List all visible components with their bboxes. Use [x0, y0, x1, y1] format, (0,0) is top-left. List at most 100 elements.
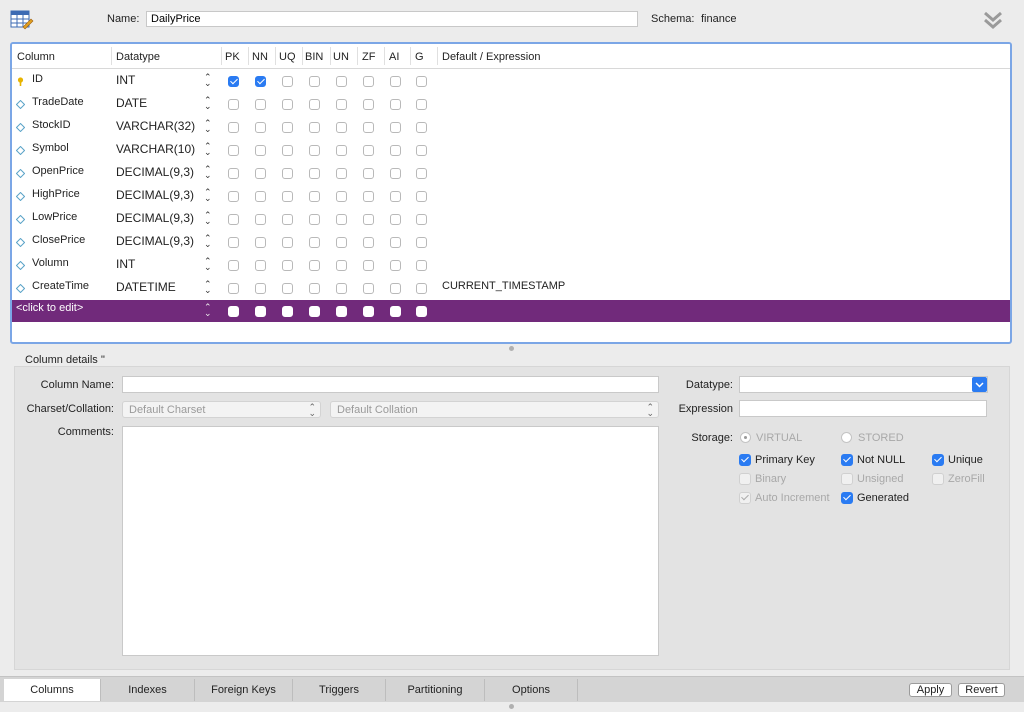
datatype-cell[interactable]: DECIMAL(9,3)	[116, 234, 194, 248]
g-checkbox[interactable]	[416, 283, 427, 294]
table-name-input[interactable]	[146, 11, 638, 27]
datatype-cell[interactable]: DECIMAL(9,3)	[116, 188, 194, 202]
g-checkbox[interactable]	[416, 168, 427, 179]
header-ai[interactable]: AI	[389, 51, 399, 63]
zf-checkbox[interactable]	[363, 122, 374, 133]
header-bin[interactable]: BIN	[305, 51, 323, 63]
column-name-input[interactable]	[122, 376, 659, 393]
pk-checkbox[interactable]	[228, 306, 239, 317]
table-row[interactable]: StockID VARCHAR(32) ⌃ ⌄	[12, 115, 1010, 138]
zerofill-checkbox[interactable]	[932, 473, 944, 485]
uq-checkbox[interactable]	[282, 214, 293, 225]
g-checkbox[interactable]	[416, 122, 427, 133]
table-row[interactable]: LowPrice DECIMAL(9,3) ⌃ ⌄	[12, 207, 1010, 230]
column-name-cell[interactable]: ClosePrice	[32, 234, 85, 246]
header-zf[interactable]: ZF	[362, 51, 375, 63]
zf-checkbox[interactable]	[363, 168, 374, 179]
apply-button[interactable]: Apply	[909, 683, 952, 697]
uq-checkbox[interactable]	[282, 76, 293, 87]
nn-checkbox[interactable]	[255, 99, 266, 110]
column-name-cell[interactable]: ID	[32, 73, 43, 85]
uq-checkbox[interactable]	[282, 99, 293, 110]
pk-checkbox[interactable]	[228, 260, 239, 271]
columns-grid[interactable]: Column Datatype PK NN UQ BIN UN ZF AI G …	[10, 42, 1012, 344]
bin-checkbox[interactable]	[309, 76, 320, 87]
un-checkbox[interactable]	[336, 283, 347, 294]
datatype-stepper-icon[interactable]: ⌃ ⌄	[204, 257, 212, 272]
header-default-expression[interactable]: Default / Expression	[442, 51, 540, 63]
ai-checkbox[interactable]	[390, 99, 401, 110]
g-checkbox[interactable]	[416, 99, 427, 110]
nn-checkbox[interactable]	[255, 122, 266, 133]
nn-checkbox[interactable]	[255, 237, 266, 248]
table-row[interactable]: ID INT ⌃ ⌄	[12, 69, 1010, 92]
collapse-chevron-icon[interactable]	[982, 9, 1004, 31]
zf-checkbox[interactable]	[363, 237, 374, 248]
un-checkbox[interactable]	[336, 237, 347, 248]
g-checkbox[interactable]	[416, 145, 427, 156]
nn-checkbox[interactable]	[255, 168, 266, 179]
bin-checkbox[interactable]	[309, 214, 320, 225]
datatype-cell[interactable]: VARCHAR(32)	[116, 119, 195, 133]
nn-checkbox[interactable]	[255, 76, 266, 87]
un-checkbox[interactable]	[336, 168, 347, 179]
datatype-cell[interactable]: INT	[116, 257, 135, 271]
ai-checkbox[interactable]	[390, 191, 401, 202]
table-row[interactable]: Symbol VARCHAR(10) ⌃ ⌄	[12, 138, 1010, 161]
expression-input[interactable]	[739, 400, 987, 417]
zf-checkbox[interactable]	[363, 214, 374, 225]
un-checkbox[interactable]	[336, 122, 347, 133]
un-checkbox[interactable]	[336, 214, 347, 225]
datatype-stepper-icon[interactable]: ⌃ ⌄	[204, 280, 212, 295]
tab-triggers[interactable]: Triggers	[293, 679, 386, 701]
column-name-cell[interactable]: LowPrice	[32, 211, 77, 223]
bin-checkbox[interactable]	[309, 99, 320, 110]
column-name-cell[interactable]: TradeDate	[32, 96, 84, 108]
binary-checkbox[interactable]	[739, 473, 751, 485]
column-name-cell[interactable]: StockID	[32, 119, 71, 131]
unsigned-checkbox[interactable]	[841, 473, 853, 485]
bin-checkbox[interactable]	[309, 237, 320, 248]
pk-checkbox[interactable]	[228, 76, 239, 87]
unique-checkbox[interactable]	[932, 454, 944, 466]
column-name-cell[interactable]: HighPrice	[32, 188, 80, 200]
ai-checkbox[interactable]	[390, 76, 401, 87]
nn-checkbox[interactable]	[255, 145, 266, 156]
uq-checkbox[interactable]	[282, 237, 293, 248]
table-row[interactable]: OpenPrice DECIMAL(9,3) ⌃ ⌄	[12, 161, 1010, 184]
not-null-checkbox[interactable]	[841, 454, 853, 466]
uq-checkbox[interactable]	[282, 191, 293, 202]
zf-checkbox[interactable]	[363, 283, 374, 294]
nn-checkbox[interactable]	[255, 283, 266, 294]
uq-checkbox[interactable]	[282, 283, 293, 294]
table-row[interactable]: ClosePrice DECIMAL(9,3) ⌃ ⌄	[12, 230, 1010, 253]
datatype-cell[interactable]: DATETIME	[116, 280, 176, 294]
pk-checkbox[interactable]	[228, 237, 239, 248]
header-uq[interactable]: UQ	[279, 51, 296, 63]
un-checkbox[interactable]	[336, 306, 347, 317]
generated-checkbox[interactable]	[841, 492, 853, 504]
tab-indexes[interactable]: Indexes	[101, 679, 195, 701]
g-checkbox[interactable]	[416, 214, 427, 225]
uq-checkbox[interactable]	[282, 260, 293, 271]
un-checkbox[interactable]	[336, 145, 347, 156]
uq-checkbox[interactable]	[282, 122, 293, 133]
header-column[interactable]: Column	[17, 51, 55, 63]
default-expression-cell[interactable]: CURRENT_TIMESTAMP	[442, 280, 565, 292]
header-nn[interactable]: NN	[252, 51, 268, 63]
revert-button[interactable]: Revert	[958, 683, 1005, 697]
datatype-stepper-icon[interactable]: ⌃ ⌄	[204, 234, 212, 249]
uq-checkbox[interactable]	[282, 306, 293, 317]
tab-foreign-keys[interactable]: Foreign Keys	[195, 679, 293, 701]
table-row[interactable]: TradeDate DATE ⌃ ⌄	[12, 92, 1010, 115]
table-row[interactable]: Volumn INT ⌃ ⌄	[12, 253, 1010, 276]
zf-checkbox[interactable]	[363, 260, 374, 271]
nn-checkbox[interactable]	[255, 306, 266, 317]
datatype-cell[interactable]: DECIMAL(9,3)	[116, 211, 194, 225]
g-checkbox[interactable]	[416, 260, 427, 271]
un-checkbox[interactable]	[336, 76, 347, 87]
chevron-down-icon[interactable]	[972, 377, 987, 392]
pk-checkbox[interactable]	[228, 283, 239, 294]
uq-checkbox[interactable]	[282, 168, 293, 179]
column-name-cell[interactable]: Volumn	[32, 257, 69, 269]
